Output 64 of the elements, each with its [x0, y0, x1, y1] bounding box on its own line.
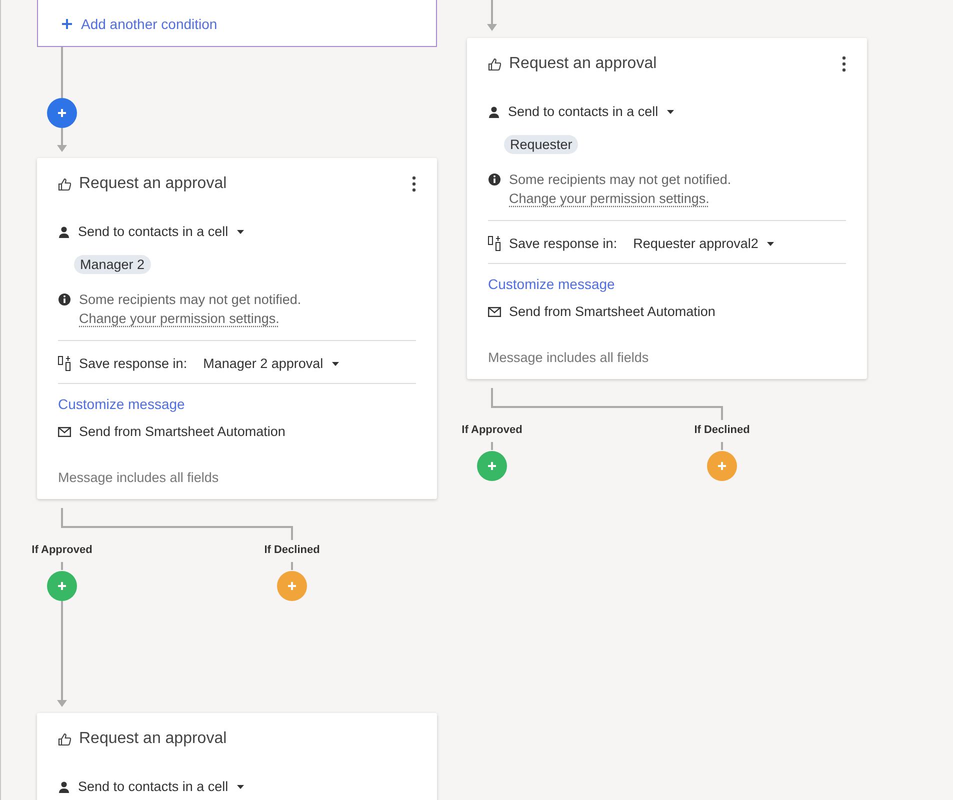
message-info: Message includes all fields: [488, 350, 650, 365]
person-icon: [58, 780, 70, 792]
response-column-dropdown[interactable]: Manager 2 approval: [203, 356, 340, 371]
recipient-chip: Requester: [504, 135, 578, 154]
columns-icon: [58, 356, 71, 371]
info-icon: [58, 293, 71, 306]
person-icon: [58, 226, 70, 238]
plus-icon: [57, 581, 67, 591]
add-step-button[interactable]: [277, 571, 307, 601]
plus-icon: [287, 581, 297, 591]
recipient-chip: Manager 2: [74, 255, 151, 274]
add-step-button[interactable]: [707, 451, 737, 481]
add-step-button[interactable]: [47, 571, 77, 601]
recipients-dropdown[interactable]: Send to contacts in a cell: [78, 224, 244, 239]
save-response-label: Save response in:: [79, 356, 188, 371]
plus-icon: [717, 461, 727, 471]
sender-text: Send from Smartsheet Automation: [79, 424, 286, 439]
recipients-dropdown[interactable]: Send to contacts in a cell: [508, 104, 674, 119]
add-step-button[interactable]: [477, 451, 507, 481]
connector-arrow: [487, 0, 497, 31]
connector-line: [491, 442, 493, 450]
plus-icon: [487, 461, 497, 471]
save-response-label: Save response in:: [509, 236, 618, 251]
plus-icon: [57, 108, 67, 118]
add-condition-link[interactable]: Add another condition: [62, 16, 218, 32]
connector-line: [61, 562, 63, 570]
card-title: Request an approval: [79, 730, 228, 748]
permission-link[interactable]: Change your permission settings.: [79, 309, 280, 328]
columns-icon: [488, 236, 501, 251]
envelope-icon: [488, 306, 501, 316]
more-options-icon[interactable]: [842, 56, 846, 72]
warning-text: Some recipients may not get notified. Change your permission settings.: [509, 171, 732, 208]
card-title: Request an approval: [79, 175, 228, 193]
envelope-icon: [58, 426, 71, 436]
branch-label: If Approved: [32, 544, 92, 556]
caret-icon: [332, 362, 340, 366]
permission-link[interactable]: Change your permission settings.: [509, 189, 710, 208]
branch-label: If Approved: [462, 424, 522, 436]
sender-text: Send from Smartsheet Automation: [509, 304, 716, 319]
connector-line: [291, 562, 293, 570]
message-info: Message includes all fields: [58, 470, 220, 485]
caret-icon: [237, 784, 244, 788]
customize-message-link[interactable]: Customize message: [488, 276, 846, 292]
add-step-button[interactable]: [47, 98, 77, 128]
more-options-icon[interactable]: [412, 176, 416, 192]
card-title: Request an approval: [509, 55, 658, 73]
warning-text: Some recipients may not get notified. Change your permission settings.: [79, 291, 302, 328]
caret-icon: [767, 242, 774, 246]
branch-label: If Declined: [694, 424, 750, 436]
connector-line: [61, 47, 63, 98]
recipients-dropdown[interactable]: Send to contacts in a cell: [78, 779, 244, 794]
connector-line: [721, 442, 723, 450]
plus-icon: [62, 19, 72, 29]
branch-label: If Declined: [264, 544, 320, 556]
customize-message-link[interactable]: Customize message: [58, 396, 416, 412]
caret-icon: [667, 110, 674, 114]
thumbs-up-icon: [58, 732, 71, 746]
response-column-dropdown[interactable]: Requester approval2: [633, 236, 774, 251]
person-icon: [488, 106, 500, 118]
caret-icon: [237, 230, 244, 234]
thumbs-up-icon: [58, 178, 71, 190]
thumbs-up-icon: [488, 58, 501, 70]
connector-arrow: [57, 128, 67, 152]
info-icon: [488, 173, 501, 186]
